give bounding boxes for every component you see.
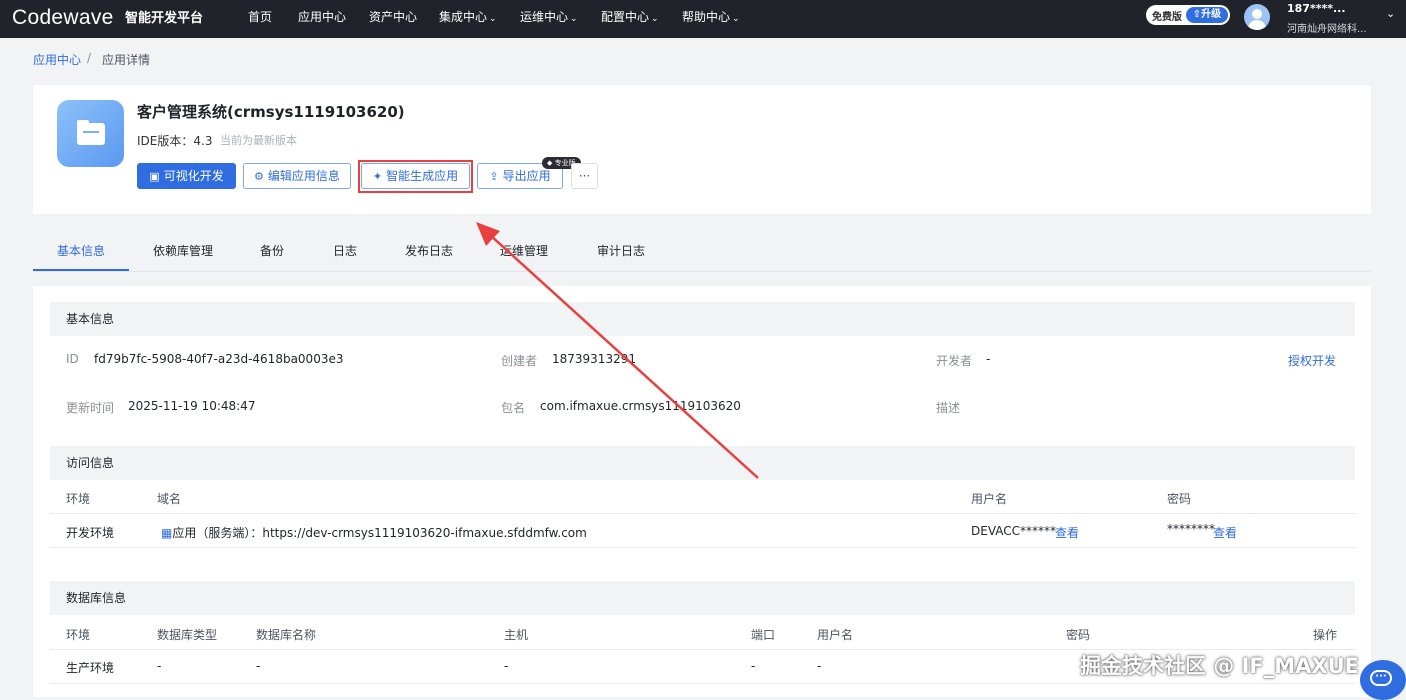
watermark: 掘金技术社区 @ IF_MAXUE (1080, 654, 1360, 678)
annotation-arrow (476, 222, 759, 479)
chat-bubble-icon: ··· (1370, 670, 1392, 686)
chat-support-button[interactable]: ··· (1360, 660, 1406, 700)
